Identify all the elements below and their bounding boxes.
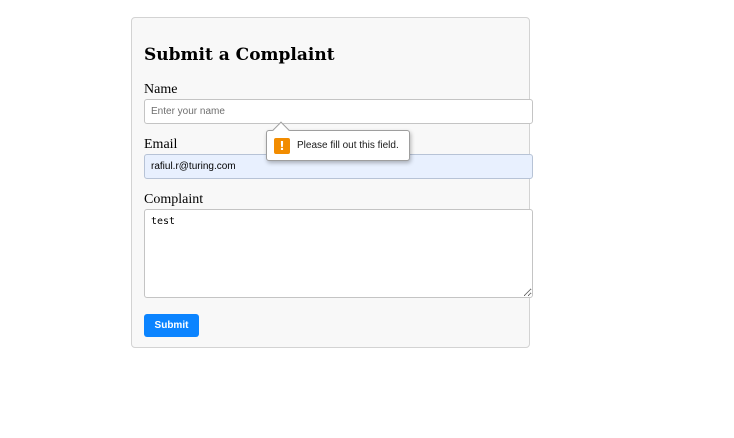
validation-message: Please fill out this field.: [297, 140, 399, 151]
complaint-label: Complaint: [144, 192, 204, 207]
warning-icon: !: [274, 138, 290, 154]
name-input[interactable]: [144, 99, 533, 124]
validation-tooltip: ! Please fill out this field.: [266, 121, 410, 161]
complaint-form: Submit a Complaint Name Email Complaint …: [131, 17, 533, 348]
email-label: Email: [144, 137, 178, 152]
complaint-textarea[interactable]: test: [144, 209, 533, 298]
submit-button[interactable]: Submit: [144, 314, 199, 337]
form-title: Submit a Complaint: [144, 45, 335, 65]
name-label: Name: [144, 82, 178, 97]
